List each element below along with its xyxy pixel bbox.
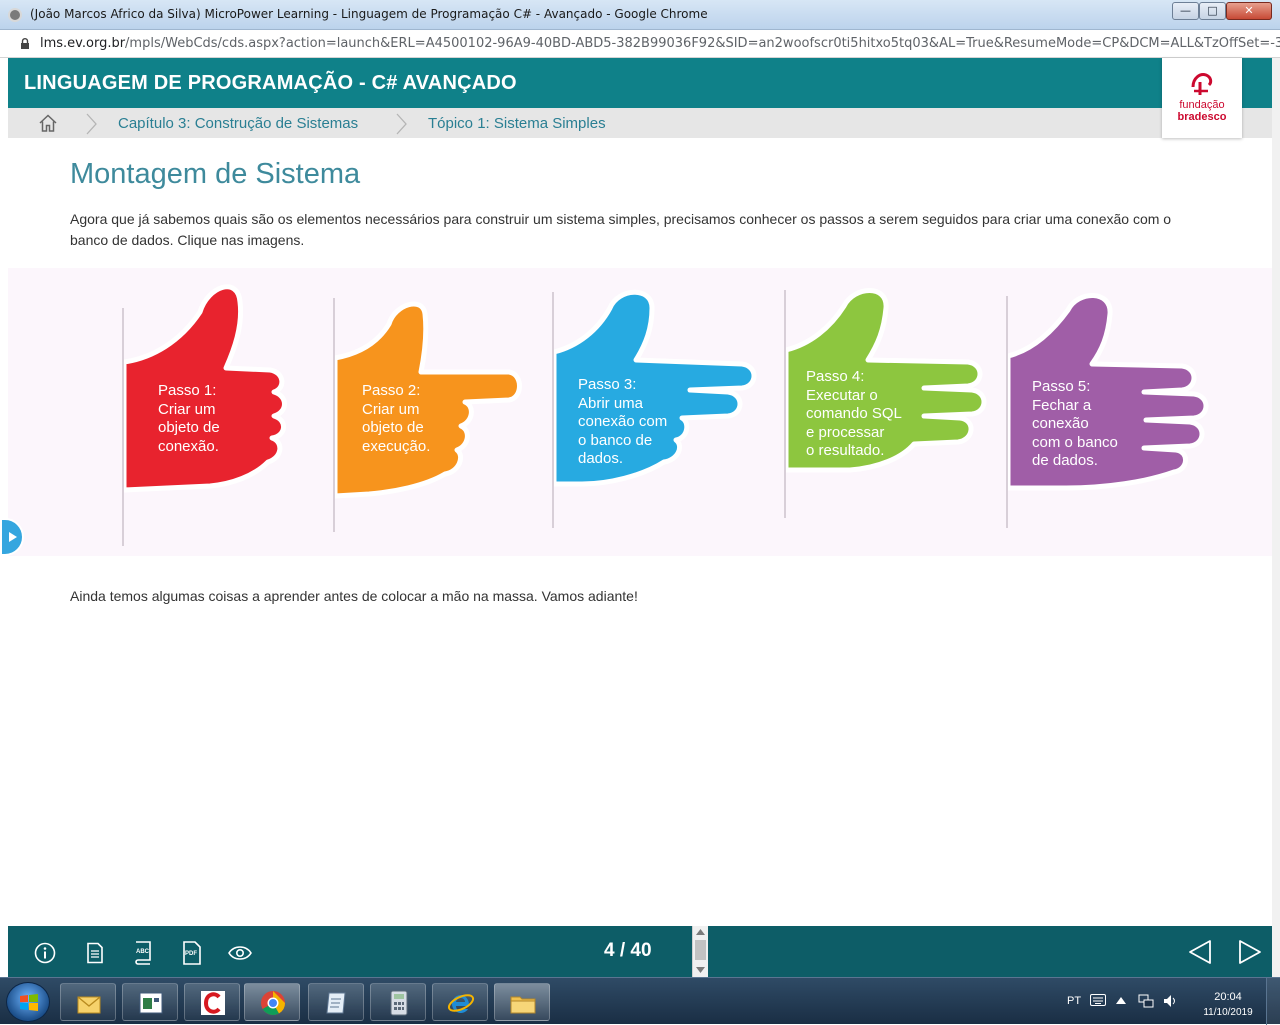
maximize-button[interactable]: □ [1199, 2, 1226, 20]
mail-app-icon [77, 996, 101, 1014]
document-icon[interactable] [84, 942, 106, 964]
expand-arrow-icon [9, 532, 17, 542]
info-icon[interactable] [34, 942, 56, 964]
taskbar-c-app[interactable] [184, 983, 240, 1021]
browser-title-bar: (João Marcos Africo da Silva) MicroPower… [0, 0, 1280, 30]
taskbar-chrome[interactable] [244, 983, 300, 1021]
step-2-hand[interactable]: Passo 2: Criar um objeto de execução. [332, 296, 523, 532]
intro-paragraph: Agora que já sabemos quais são os elemen… [70, 211, 1172, 248]
page-title: Montagem de Sistema [70, 158, 361, 190]
taskbar-file-explorer[interactable] [494, 983, 550, 1021]
course-header: LINGUAGEM DE PROGRAMAÇÃO - C# AVANÇADO [8, 58, 1272, 108]
url-path: /mpls/WebCds/cds.aspx?action=launch&ERL=… [125, 36, 1280, 51]
page-counter: 4 / 40 [604, 940, 652, 961]
network-icon[interactable] [1138, 993, 1154, 1009]
url-text[interactable]: lms.ev.org.br/mpls/WebCds/cds.aspx?actio… [40, 36, 1280, 51]
logo-line1: fundação [1179, 99, 1225, 111]
chrome-icon [261, 991, 285, 1016]
windows-taskbar: PT 20:04 11/10/2019 [0, 977, 1280, 1025]
step-3-hand[interactable]: Passo 3: Abrir uma conexão com o banco d… [551, 288, 762, 528]
close-button[interactable]: ✕ [1226, 2, 1272, 20]
notes-app-icon [326, 992, 346, 1014]
scroll-thumb[interactable] [695, 940, 706, 960]
keyboard-icon[interactable] [1090, 994, 1106, 1006]
clock-time[interactable]: 20:04 [1198, 991, 1258, 1003]
step-1-hand[interactable]: Passo 1: Criar um objeto de conexão. [121, 278, 294, 548]
next-arrow-icon[interactable] [1238, 939, 1262, 965]
bradesco-tree-icon [1191, 73, 1213, 95]
tray-language[interactable]: PT [1067, 995, 1081, 1007]
logo-line2: bradesco [1177, 111, 1227, 123]
show-desktop-button[interactable] [1266, 978, 1280, 1025]
step-1-label: Passo 1: Criar um objeto de conexão. [158, 382, 220, 455]
footer-scrollbar[interactable] [692, 926, 708, 977]
minimize-button[interactable]: — [1172, 2, 1199, 20]
step-5-hand[interactable]: Passo 5: Fechar a conexão com o banco de… [1005, 292, 1214, 528]
glossary-icon[interactable]: ABC [132, 940, 156, 966]
breadcrumb-topic[interactable]: Tópico 1: Sistema Simples [428, 115, 606, 132]
show-hidden-icons-icon[interactable] [1116, 996, 1126, 1004]
view-icon[interactable] [228, 944, 252, 962]
breadcrumb-chapter[interactable]: Capítulo 3: Construção de Sistemas [118, 115, 358, 132]
internet-explorer-icon [447, 994, 475, 1013]
glossary-icon-text: ABC [136, 949, 149, 955]
step-5-label: Passo 5: Fechar a conexão com o banco de… [1032, 378, 1118, 469]
home-icon[interactable] [38, 113, 58, 133]
c-app-icon [201, 991, 225, 1015]
pdf-icon-text: PDF [185, 951, 197, 957]
window-title: (João Marcos Africo da Silva) MicroPower… [30, 7, 708, 21]
taskbar-internet-explorer[interactable] [432, 983, 488, 1021]
breadcrumb: Capítulo 3: Construção de Sistemas Tópic… [8, 108, 1272, 138]
step-4-hand[interactable]: Passo 4: Executar o comando SQL e proces… [783, 286, 990, 518]
steps-area: Passo 1: Criar um objeto de conexão. Pas… [8, 268, 1272, 556]
step-3-label: Passo 3: Abrir uma conexão com o banco d… [578, 376, 668, 467]
previous-arrow-icon[interactable] [1188, 939, 1212, 965]
scroll-down-icon[interactable] [696, 967, 705, 973]
page-scrollbar[interactable] [1272, 58, 1280, 977]
taskbar-notes[interactable] [308, 983, 364, 1021]
step-2-label: Passo 2: Criar um objeto de execução. [362, 382, 431, 455]
breadcrumb-separator-icon [396, 113, 407, 135]
taskbar-presentation[interactable] [122, 983, 178, 1021]
windows-logo-icon [20, 994, 38, 1011]
taskbar-outlook[interactable] [60, 983, 116, 1021]
folder-icon [510, 996, 536, 1014]
course-title: LINGUAGEM DE PROGRAMAÇÃO - C# AVANÇADO [24, 72, 517, 94]
taskbar-calculator[interactable] [370, 983, 426, 1021]
start-button[interactable] [6, 982, 50, 1022]
pdf-icon[interactable]: PDF [180, 940, 204, 966]
outro-paragraph: Ainda temos algumas coisas a aprender an… [70, 588, 638, 604]
clock-date[interactable]: 11/10/2019 [1193, 1007, 1263, 1018]
breadcrumb-separator-icon [86, 113, 97, 135]
calculator-icon [390, 990, 408, 1016]
profile-icon [8, 8, 22, 22]
volume-icon[interactable] [1162, 993, 1178, 1009]
course-footer: ABC PDF 4 / 40 [8, 926, 1272, 977]
address-bar[interactable]: lms.ev.org.br/mpls/WebCds/cds.aspx?actio… [0, 30, 1280, 58]
scroll-up-icon[interactable] [696, 929, 705, 935]
presentation-app-icon [139, 992, 163, 1014]
lock-icon [21, 38, 29, 49]
step-4-label: Passo 4: Executar o comando SQL e proces… [806, 368, 902, 459]
fundacao-bradesco-logo: fundação bradesco [1162, 58, 1242, 138]
url-host: lms.ev.org.br [40, 36, 126, 51]
